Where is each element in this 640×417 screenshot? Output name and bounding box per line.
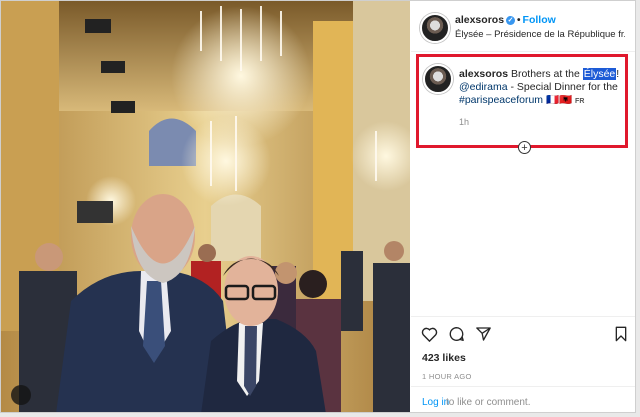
caption-text: alexsoros Brothers at the Élysée! @edira… (459, 68, 627, 108)
post-header: alexsoros ✓ • Follow Élysée – Présidence de… (411, 1, 635, 52)
move-cursor-icon: + (518, 141, 531, 154)
verified-badge-icon: ✓ (506, 16, 516, 25)
caption-selected-text[interactable]: Élysée (582, 68, 617, 80)
instagram-logo-icon (11, 385, 31, 405)
hashtag-link[interactable]: #parispeaceforum (459, 94, 543, 106)
avatar[interactable] (420, 13, 450, 43)
login-prompt: Log in to like or comment. (411, 386, 635, 412)
caption-highlight-box: alexsoros Brothers at the Élysée! @edira… (416, 54, 628, 148)
post-photo[interactable] (1, 1, 410, 412)
flag-emojis: 🇫🇷🇦🇱 (545, 94, 573, 106)
heart-icon[interactable] (421, 326, 438, 342)
username-row: alexsoros ✓ • Follow (455, 14, 556, 26)
comment-bubble-icon[interactable] (448, 326, 465, 342)
caption-prefix: Brothers at the (510, 68, 583, 80)
likes-count[interactable]: 423 likes (422, 352, 466, 364)
caption-suffix: ! (616, 68, 620, 80)
caption-line2: - Special Dinner for the (507, 81, 618, 93)
paper-plane-icon[interactable] (475, 326, 492, 342)
post-photo-graphic (1, 1, 410, 412)
post-sidebar: alexsoros ✓ • Follow Élysée – Présidence de… (411, 1, 635, 412)
caption-username[interactable]: alexsoros (459, 68, 508, 80)
caption-avatar[interactable] (423, 64, 453, 94)
action-bar (411, 316, 635, 347)
username-link[interactable]: alexsoros (455, 14, 504, 26)
login-prompt-text: to like or comment. (446, 397, 531, 408)
mention-link[interactable]: @edirama (459, 81, 508, 93)
bookmark-icon[interactable] (614, 326, 628, 342)
instagram-post: alexsoros ✓ • Follow Élysée – Présidence de… (0, 0, 636, 413)
separator-dot: • (517, 15, 521, 26)
fr-label: FR (575, 98, 585, 105)
location-link[interactable]: Élysée – Présidence de la République fr.… (455, 29, 625, 40)
caption-timestamp: 1h (459, 117, 470, 127)
follow-button[interactable]: Follow (523, 14, 556, 26)
post-timestamp[interactable]: 1 HOUR AGO (422, 372, 472, 381)
